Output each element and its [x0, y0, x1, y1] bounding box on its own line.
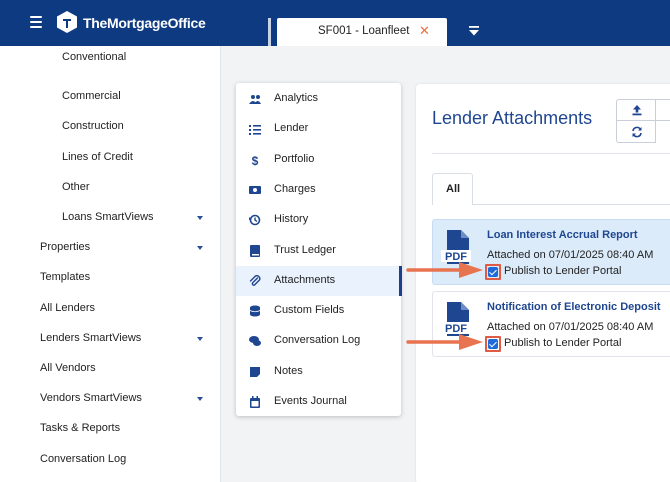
menu-item-events-journal[interactable]: Events Journal [236, 387, 401, 417]
sidebar-item-conversation-log[interactable]: Conversation Log [40, 453, 126, 465]
close-icon[interactable]: ✕ [419, 23, 430, 39]
menu-item-label: Lender [274, 122, 309, 135]
tab-sf001[interactable]: SF001 - Loanfleet ✕ [277, 18, 447, 46]
annotation-arrow-icon [406, 262, 483, 278]
publish-label: Publish to Lender Portal [504, 265, 622, 277]
sidebar-item-other[interactable]: Other [62, 181, 90, 193]
sidebar-item-conventional[interactable]: Conventional [62, 51, 126, 63]
chevron-down-icon[interactable] [197, 216, 203, 220]
tab-label: SF001 - Loanfleet [318, 25, 410, 37]
list-icon [249, 125, 261, 136]
menu-item-history[interactable]: History [236, 205, 401, 235]
menu-item-conversation-log[interactable]: Conversation Log [236, 326, 401, 356]
menu-item-portfolio[interactable]: $ Portfolio [236, 145, 401, 175]
menu-item-label: Conversation Log [274, 334, 361, 347]
menu-item-label: History [274, 213, 309, 226]
sticky-note-icon [250, 366, 260, 377]
refresh-icon [632, 126, 642, 138]
money-bill-icon [249, 185, 261, 194]
refresh-button[interactable] [616, 121, 656, 143]
annotation-arrow-icon [406, 334, 483, 350]
book-icon [250, 244, 260, 257]
tab-all-label: All [446, 183, 461, 195]
sidebar: Conventional Commercial Construction Lines … [0, 46, 221, 482]
sidebar-item-vendors-smartviews[interactable]: Vendors SmartViews [40, 392, 142, 404]
attachment-date: Attached on 07/01/2025 08:40 AM [487, 249, 654, 261]
calendar-icon [250, 396, 260, 408]
logo-icon [57, 11, 77, 33]
page-title: Lender Attachments [432, 108, 593, 128]
menu-item-label: Charges [274, 182, 316, 195]
brand-name: TheMortgageOffice [83, 15, 206, 31]
menu-item-trust-ledger[interactable]: Trust Ledger [236, 236, 401, 266]
divider [432, 153, 670, 154]
menu-item-label: Events Journal [274, 395, 347, 407]
tab-dropdown-icon[interactable] [468, 25, 480, 37]
chevron-down-icon[interactable] [197, 397, 203, 402]
sidebar-item-lines-of-credit[interactable]: Lines of Credit [62, 151, 133, 163]
sidebar-item-loans-smartviews[interactable]: Loans SmartViews [62, 211, 154, 223]
checkbox-highlight [485, 264, 501, 280]
lender-attachments-panel: Lender Attachments All PDF Loan Interest… [416, 84, 670, 482]
users-icon [249, 95, 261, 104]
menu-item-label: Notes [274, 364, 303, 377]
menu-item-label: Custom Fields [274, 304, 345, 317]
menu-item-analytics[interactable]: Analytics [236, 84, 401, 114]
sidebar-item-construction[interactable]: Construction [62, 120, 124, 132]
publish-label: Publish to Lender Portal [504, 337, 622, 349]
menu-item-custom-fields[interactable]: Custom Fields [236, 296, 401, 326]
tab-separator [268, 18, 271, 46]
attachment-date: Attached on 07/01/2025 08:40 AM [487, 321, 654, 333]
sidebar-item-lenders-smartviews[interactable]: Lenders SmartViews [40, 332, 141, 344]
tabs-underline [473, 204, 670, 205]
lender-menu: Analytics Lender $ Portfolio Charges History T… [236, 83, 402, 417]
attachment-title[interactable]: Notification of Electronic Deposit [487, 301, 661, 313]
upload-icon [632, 105, 642, 116]
paperclip-icon [249, 274, 261, 286]
svg-text:$: $ [252, 154, 259, 166]
attachment-title[interactable]: Loan Interest Accrual Report [487, 229, 638, 241]
menu-item-charges[interactable]: Charges [236, 175, 401, 205]
dollar-icon: $ [252, 154, 259, 166]
menu-item-label: Analytics [274, 92, 319, 104]
sidebar-item-tasks-reports[interactable]: Tasks & Reports [40, 422, 120, 434]
publish-checkbox[interactable] [488, 267, 498, 277]
menu-item-lender[interactable]: Lender [236, 114, 401, 144]
sidebar-item-commercial[interactable]: Commercial [62, 90, 121, 102]
hamburger-menu-icon[interactable] [30, 16, 42, 28]
publish-checkbox[interactable] [488, 339, 498, 349]
menu-item-label: Trust Ledger [274, 243, 336, 256]
sidebar-item-all-lenders[interactable]: All Lenders [40, 302, 95, 314]
menu-item-label: Attachments [274, 273, 336, 286]
sidebar-item-all-vendors[interactable]: All Vendors [40, 362, 96, 374]
toolbar-button[interactable] [656, 99, 670, 121]
menu-item-notes[interactable]: Notes [236, 357, 401, 387]
chevron-down-icon[interactable] [197, 246, 203, 251]
comments-icon [249, 336, 261, 347]
menu-item-label: Portfolio [274, 152, 315, 165]
database-icon [249, 305, 261, 317]
history-icon [249, 214, 261, 226]
tab-all[interactable]: All [432, 173, 473, 205]
sidebar-item-properties[interactable]: Properties [40, 241, 90, 253]
upload-button[interactable] [616, 99, 656, 121]
menu-item-attachments[interactable]: Attachments [236, 265, 402, 296]
top-bar: TheMortgageOffice SF001 - Loanfleet ✕ [0, 0, 670, 46]
chevron-down-icon[interactable] [197, 336, 203, 341]
sidebar-item-templates[interactable]: Templates [40, 271, 90, 283]
checkbox-highlight [485, 336, 501, 352]
